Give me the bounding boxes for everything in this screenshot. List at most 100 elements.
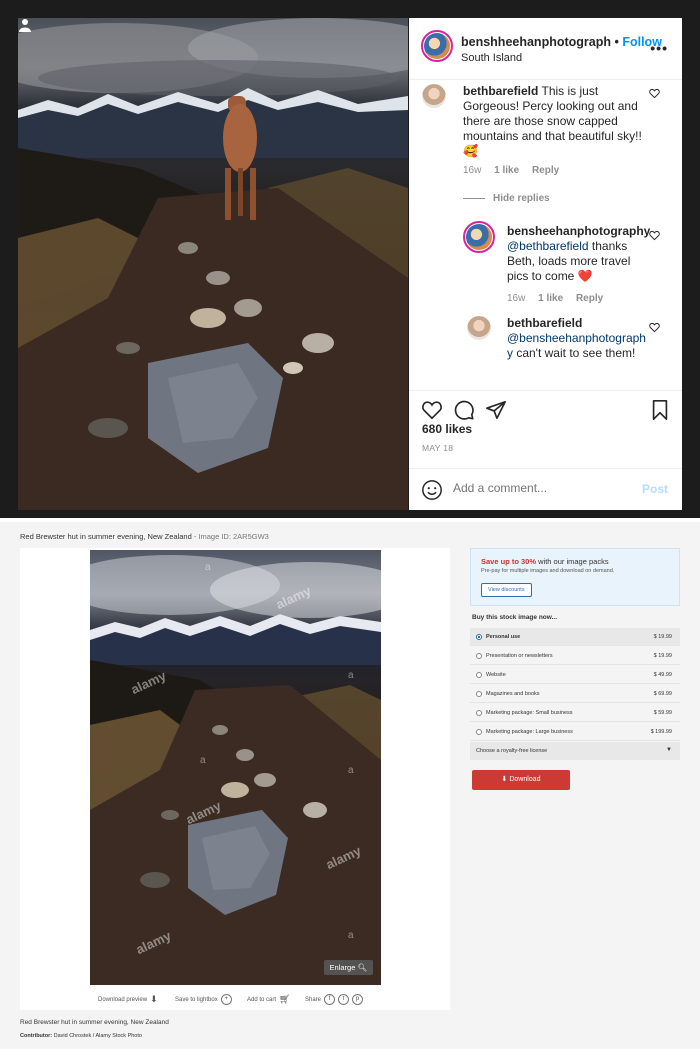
more-options-icon[interactable]: ••• <box>650 40 668 56</box>
comment-bubble-icon[interactable] <box>453 399 475 421</box>
contributor-name[interactable]: David Chrostek / Alamy Stock Photo <box>52 1033 142 1039</box>
license-label: Magazines and books <box>486 691 540 697</box>
comment-1: bethbarefield This is just Gorgeous! Per… <box>463 84 643 159</box>
download-preview-button[interactable]: Download preview ⬇ <box>98 994 158 1005</box>
commenter-avatar[interactable] <box>422 84 446 108</box>
license-price: $ 19.99 <box>653 653 672 659</box>
reply-button[interactable]: Reply <box>576 293 603 304</box>
share-paper-plane-icon[interactable] <box>485 399 507 421</box>
stock-photo[interactable]: alamy alamy alamy alamy alamy a a a a a … <box>90 550 381 985</box>
reply-likes[interactable]: 1 like <box>538 293 563 304</box>
save-to-lightbox-button[interactable]: Save to lightbox + <box>175 994 232 1005</box>
comment-likes[interactable]: 1 like <box>494 165 519 176</box>
like-comment-heart-icon[interactable] <box>649 88 660 99</box>
image-title-top: Red Brewster hut in summer evening, New … <box>20 532 269 541</box>
share-label: Share <box>305 996 322 1003</box>
instagram-post-screenshot: benshheehanphotograph • Follow South Isl… <box>0 0 700 518</box>
watermark-logo: a <box>348 765 354 776</box>
radio-button[interactable] <box>476 710 482 716</box>
author-username[interactable]: benshheehanphotograph <box>461 35 611 49</box>
likes-count[interactable]: 680 likes <box>422 422 472 436</box>
image-id: - Image ID: 2AR5GW3 <box>191 532 269 541</box>
contributor-line: Contributor: David Chrostek / Alamy Stoc… <box>20 1033 142 1039</box>
author-avatar[interactable] <box>421 30 453 62</box>
download-preview-label: Download preview <box>98 996 148 1003</box>
reply-button[interactable]: Reply <box>532 165 559 176</box>
person-tag-icon[interactable] <box>18 18 32 32</box>
promo-title-rest: with our image packs <box>536 557 609 566</box>
royalty-free-dropdown[interactable]: Choose a royalty-free license ▼ <box>470 742 680 760</box>
add-to-cart-button[interactable]: Add to cart 🛒︎ <box>247 994 290 1005</box>
watermark-logo: a <box>348 930 354 941</box>
reply-time: 16w <box>507 293 526 304</box>
like-reply-2-heart-icon[interactable] <box>649 322 660 333</box>
bookmark-icon[interactable] <box>650 399 670 421</box>
radio-button[interactable] <box>476 672 482 678</box>
radio-button[interactable] <box>476 729 482 735</box>
enlarge-button[interactable]: Enlarge 🔍︎ <box>323 960 373 975</box>
promo-subtitle: Pre-pay for multiple images and download… <box>481 568 615 574</box>
radio-button[interactable] <box>476 653 482 659</box>
like-heart-icon[interactable] <box>421 399 443 421</box>
facebook-icon[interactable]: f <box>324 994 336 1005</box>
watermark-logo: a <box>200 755 206 766</box>
image-caption-bottom: Red Brewster hut in summer evening, New … <box>20 1019 169 1026</box>
comment-time: 16w <box>463 165 482 176</box>
post-comment-button[interactable]: Post <box>642 482 668 496</box>
promo-title: Save up to 30% with our image packs <box>481 557 609 566</box>
magnifier-icon: 🔍︎ <box>357 963 367 972</box>
license-label: Marketing package: Large business <box>486 729 573 735</box>
reply-2-text: can't wait to see them! <box>513 346 636 360</box>
reply-2-avatar[interactable] <box>467 316 491 340</box>
license-label: Website <box>486 672 506 678</box>
post-location[interactable]: South Island <box>461 52 522 64</box>
license-price: $ 59.99 <box>653 710 672 716</box>
plus-circle-icon: + <box>220 994 232 1005</box>
image-toolbar: Download preview ⬇ Save to lightbox + Ad… <box>20 988 450 1010</box>
promo-box: Save up to 30% with our image packs Pre-… <box>470 548 680 606</box>
download-button[interactable]: ⬇ Download <box>472 770 570 790</box>
image-title: Red Brewster hut in summer evening, New … <box>20 532 192 541</box>
reply-2-user[interactable]: bethbarefield <box>507 316 582 330</box>
add-comment-bar: Post <box>409 468 682 510</box>
reply-1-meta: 16w 1 like Reply <box>507 293 613 304</box>
license-option[interactable]: Magazines and books $ 69.99 <box>470 685 680 703</box>
caret-down-icon: ▼ <box>666 747 672 753</box>
download-preview-icon: ⬇ <box>150 994 158 1004</box>
reply-mention[interactable]: @bethbarefield <box>507 239 589 253</box>
comments-panel: benshheehanphotograph • Follow South Isl… <box>409 18 682 510</box>
enlarge-label: Enlarge <box>329 963 356 972</box>
save-lightbox-label: Save to lightbox <box>175 996 218 1003</box>
hide-replies-toggle[interactable]: Hide replies <box>463 193 560 204</box>
license-price: $ 199.99 <box>650 729 672 735</box>
pinterest-icon[interactable]: p <box>352 994 364 1005</box>
reply-author-avatar[interactable] <box>463 221 495 253</box>
royalty-free-label: Choose a royalty-free license <box>476 748 548 754</box>
radio-button[interactable] <box>476 634 482 640</box>
action-bar <box>409 390 682 450</box>
license-option[interactable]: Website $ 49.99 <box>470 666 680 684</box>
image-viewer: alamy alamy alamy alamy alamy a a a a a … <box>20 548 450 1010</box>
twitter-icon[interactable]: t <box>338 994 350 1005</box>
buy-heading: Buy this stock image now... <box>472 614 557 621</box>
radio-button[interactable] <box>476 691 482 697</box>
post-photo[interactable] <box>18 18 408 510</box>
license-option[interactable]: Marketing package: Large business $ 199.… <box>470 723 680 741</box>
license-option[interactable]: Personal use $ 19.99 <box>470 628 680 646</box>
license-label: Presentation or newsletters <box>486 653 553 659</box>
hide-replies-label: Hide replies <box>493 193 550 204</box>
license-price: $ 69.99 <box>653 691 672 697</box>
license-option[interactable]: Marketing package: Small business $ 59.9… <box>470 704 680 722</box>
reply-user[interactable]: bensheehanphotography <box>507 224 650 238</box>
license-label: Marketing package: Small business <box>486 710 573 716</box>
emoji-smiley-icon[interactable] <box>421 479 443 501</box>
post-header: benshheehanphotograph • Follow South Isl… <box>409 18 682 80</box>
alamy-stock-page-screenshot: Red Brewster hut in summer evening, New … <box>0 522 700 1049</box>
like-reply-heart-icon[interactable] <box>649 230 660 241</box>
comment-user[interactable]: bethbarefield <box>463 84 538 98</box>
license-option[interactable]: Presentation or newsletters $ 19.99 <box>470 647 680 665</box>
license-label: Personal use <box>486 634 521 640</box>
license-price: $ 49.99 <box>653 672 672 678</box>
view-discounts-button[interactable]: View discounts <box>481 583 532 597</box>
add-comment-input[interactable] <box>453 481 613 495</box>
